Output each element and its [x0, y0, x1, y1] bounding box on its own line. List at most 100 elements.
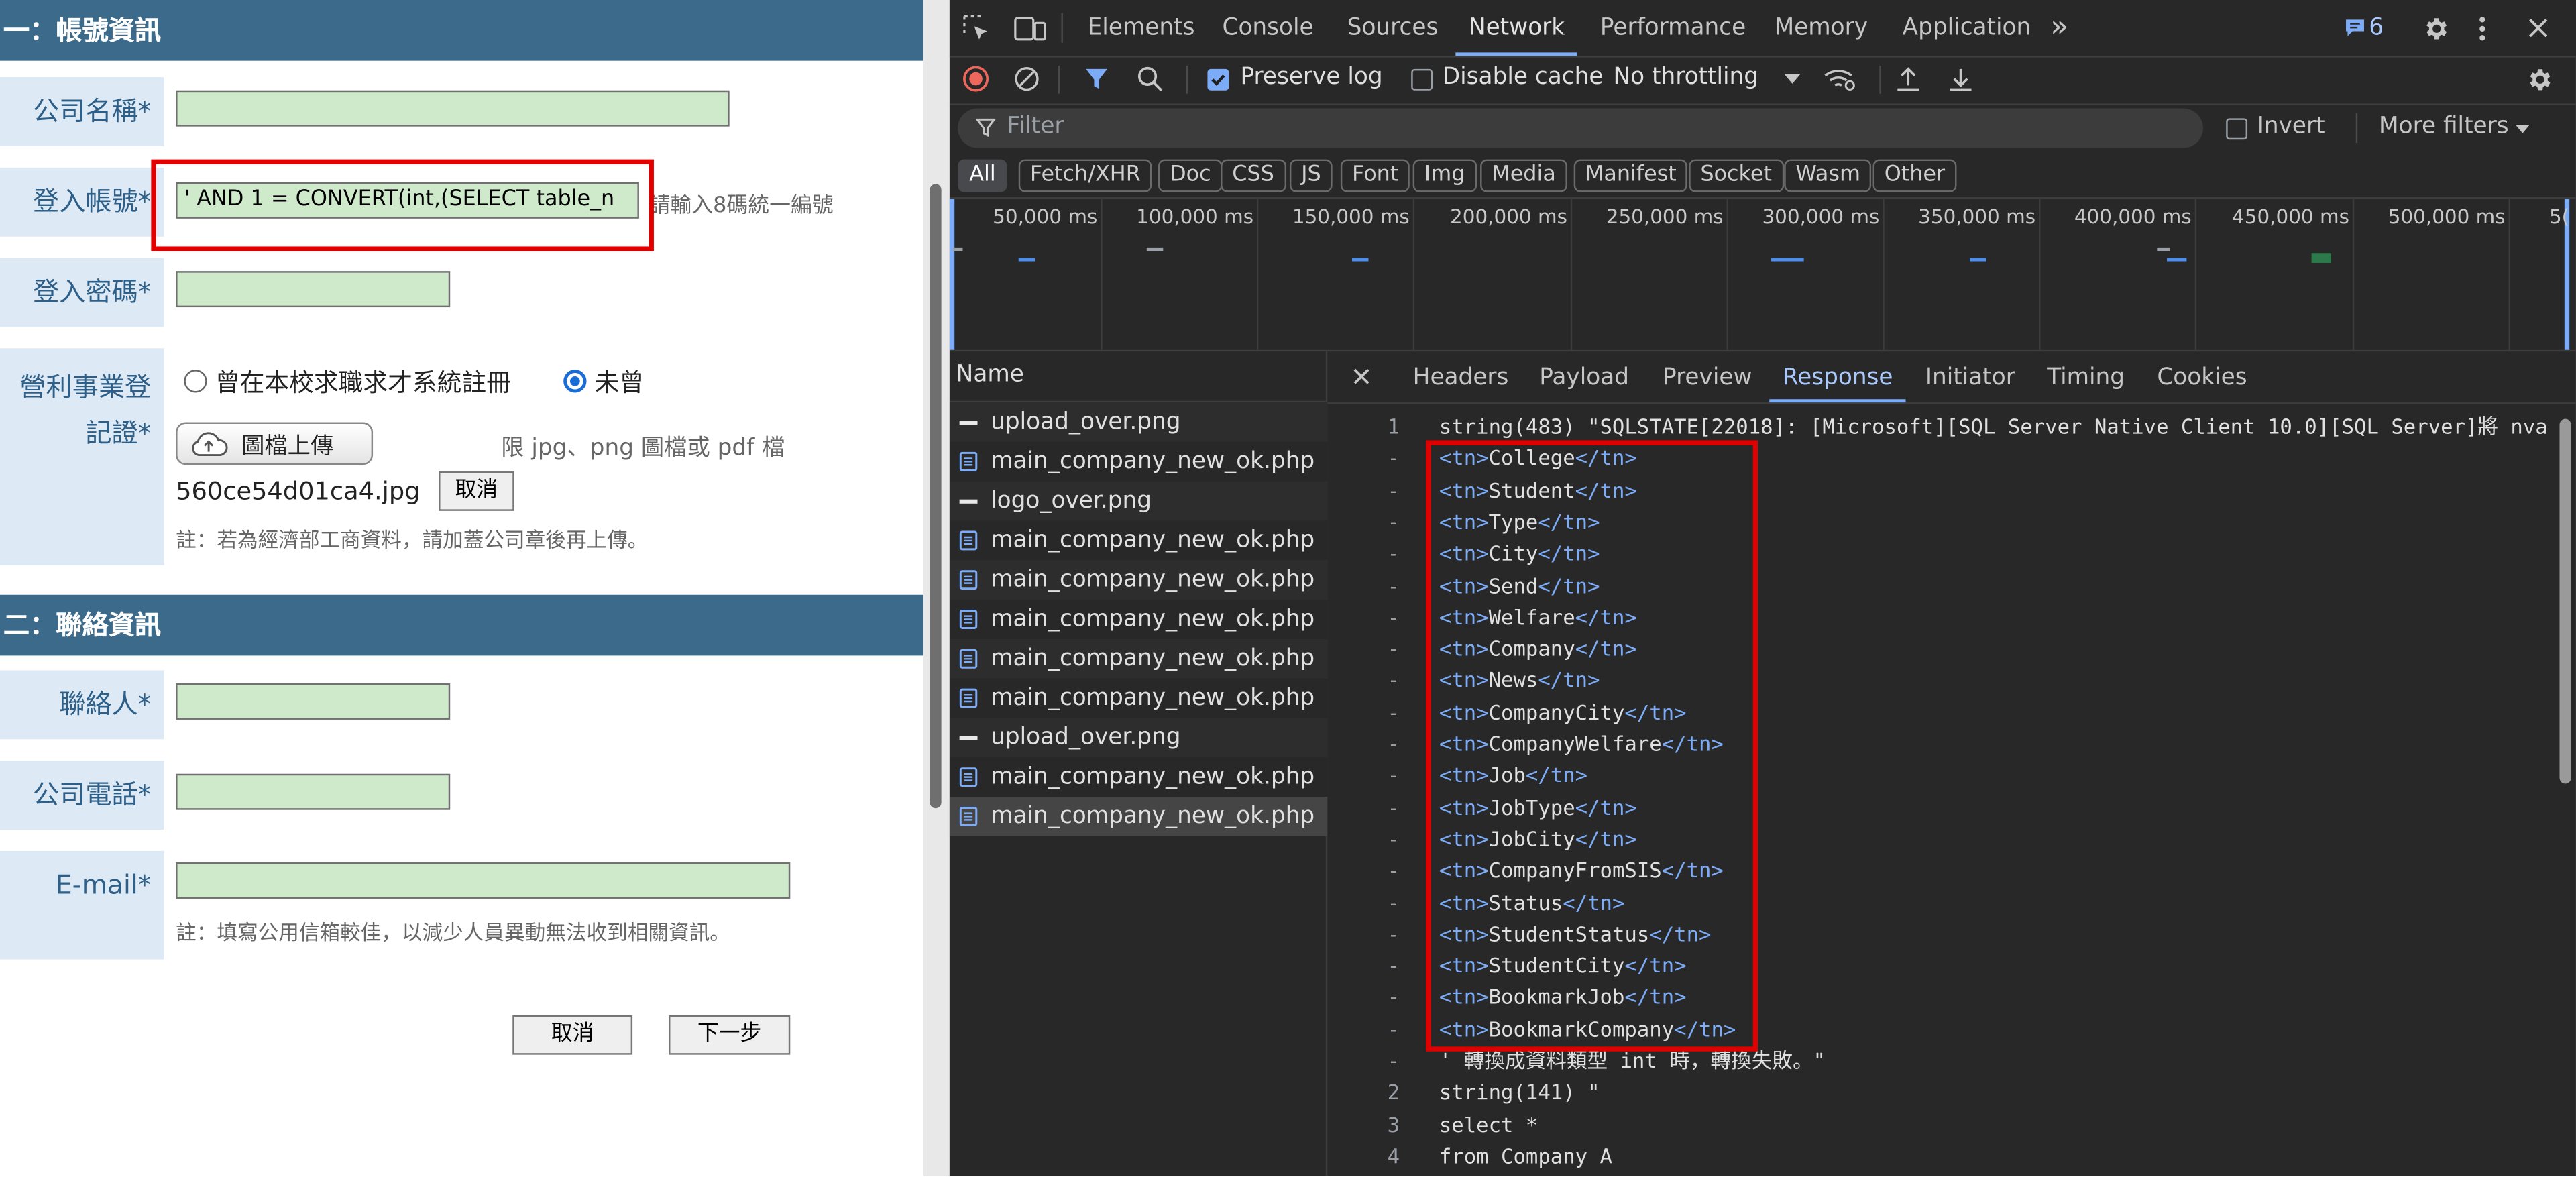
email-input[interactable]	[176, 862, 791, 899]
line-number: 3	[1387, 1111, 1400, 1137]
disable-cache-checkbox[interactable]	[1411, 68, 1433, 91]
table-name-entry: <tn>Status</tn>	[1439, 887, 1625, 918]
company-name-input[interactable]	[176, 90, 730, 127]
device-toolbar-icon[interactable]	[1013, 15, 1046, 43]
response-scrollbar-thumb[interactable]	[2559, 418, 2571, 784]
document-file-icon	[959, 530, 978, 551]
request-row[interactable]: logo_over.png	[949, 481, 1328, 521]
tab-performance[interactable]: Performance	[1600, 0, 1746, 56]
search-icon[interactable]	[1137, 66, 1163, 92]
preserve-log-checkbox[interactable]	[1207, 68, 1229, 91]
close-devtools-icon[interactable]	[2526, 16, 2549, 39]
request-row[interactable]: main_company_new_ok.php	[949, 520, 1328, 561]
export-har-icon[interactable]	[1948, 66, 1973, 92]
import-har-icon[interactable]	[1896, 66, 1921, 92]
company-phone-input[interactable]	[176, 773, 451, 810]
line-number: -	[1387, 794, 1400, 820]
tab-cookies[interactable]: Cookies	[2157, 353, 2247, 402]
request-row[interactable]: main_company_new_ok.php	[949, 638, 1328, 679]
throttling-select[interactable]: No throttling	[1614, 64, 1759, 91]
request-row[interactable]: main_company_new_ok.php	[949, 560, 1328, 600]
chip-img[interactable]: Img	[1412, 159, 1477, 192]
login-account-hint: 請輸入8碼統一編號	[649, 194, 834, 219]
tab-preview[interactable]: Preview	[1663, 353, 1752, 402]
tab-application[interactable]: Application	[1903, 0, 2031, 56]
tab-console[interactable]: Console	[1223, 0, 1314, 56]
table-name: StudentCity	[1488, 952, 1625, 978]
close-detail-icon[interactable]: ✕	[1351, 361, 1373, 393]
request-name: main_company_new_ok.php	[991, 527, 1315, 554]
record-stop-icon[interactable]	[962, 66, 989, 92]
response-scrollbar[interactable]	[2558, 410, 2573, 1176]
next-step-button[interactable]: 下一步	[668, 1015, 791, 1055]
invert-label: Invert	[2257, 113, 2325, 140]
login-account-input[interactable]: ' AND 1 = CONVERT(int,(SELECT table_n	[176, 182, 639, 219]
tn-open-tag: <tn>	[1439, 572, 1489, 598]
row-email: E-mail* 註：填寫公用信箱較佳，以減少人員異動無法收到相關資訊。	[0, 850, 923, 960]
upload-button[interactable]: 圖檔上傳	[176, 422, 374, 465]
tn-close-tag: </tn>	[1575, 604, 1637, 629]
tn-open-tag: <tn>	[1439, 985, 1489, 1010]
chip-css[interactable]: CSS	[1221, 159, 1286, 192]
tab-elements[interactable]: Elements	[1088, 0, 1195, 56]
request-row[interactable]: main_company_new_ok.php	[949, 678, 1328, 718]
tn-open-tag: <tn>	[1439, 826, 1489, 851]
radio-registered[interactable]	[184, 370, 207, 393]
file-cancel-button[interactable]: 取消	[439, 471, 514, 511]
request-row[interactable]: main_company_new_ok.php	[949, 600, 1328, 639]
chip-js[interactable]: JS	[1289, 159, 1333, 192]
chip-wasm[interactable]: Wasm	[1784, 159, 1872, 192]
name-column-header[interactable]: Name	[956, 361, 1024, 388]
chip-font[interactable]: Font	[1340, 159, 1410, 192]
filter-funnel-icon[interactable]	[1084, 67, 1109, 92]
certificate-label-line1: 營利事業登	[19, 371, 152, 403]
request-row[interactable]: main_company_new_ok.php	[949, 797, 1328, 836]
chip-socket[interactable]: Socket	[1689, 159, 1784, 192]
page-scrollbar[interactable]	[923, 0, 950, 1176]
clear-icon[interactable]	[1013, 66, 1040, 92]
table-name-entry: <tn>Type</tn>	[1439, 506, 1600, 537]
response-body[interactable]: 1 string(483) "SQLSTATE[22018]: [Microsof…	[1327, 410, 2553, 1176]
cancel-button[interactable]: 取消	[512, 1015, 633, 1055]
tab-sources[interactable]: Sources	[1347, 0, 1439, 56]
chip-doc[interactable]: Doc	[1158, 159, 1223, 192]
chip-other[interactable]: Other	[1872, 159, 1957, 192]
chip-fetch-xhr[interactable]: Fetch/XHR	[1018, 159, 1153, 192]
request-row[interactable]: upload_over.png	[949, 402, 1328, 442]
more-filters-dropdown[interactable]: More filters	[2379, 113, 2509, 139]
chip-manifest[interactable]: Manifest	[1573, 159, 1688, 192]
document-file-icon	[959, 570, 978, 590]
tab-timing[interactable]: Timing	[2047, 353, 2125, 402]
tab-network[interactable]: Network	[1455, 0, 1579, 56]
page-scrollbar-thumb[interactable]	[930, 184, 942, 809]
more-tabs-icon[interactable]: »	[2050, 0, 2068, 56]
chip-all[interactable]: All	[958, 159, 1007, 192]
tab-initiator[interactable]: Initiator	[1925, 353, 2015, 402]
kebab-menu-icon[interactable]	[2477, 15, 2487, 43]
request-row[interactable]: main_company_new_ok.php	[949, 441, 1328, 482]
tab-memory[interactable]: Memory	[1775, 0, 1868, 56]
timeline-tick-9: 450,000 ms	[2232, 205, 2349, 229]
filter-input[interactable]: Filter	[958, 108, 2203, 148]
chip-media[interactable]: Media	[1480, 159, 1568, 192]
table-name: Status	[1488, 889, 1563, 915]
network-conditions-icon[interactable]	[1824, 66, 1856, 92]
invert-checkbox[interactable]	[2226, 118, 2248, 140]
tab-response[interactable]: Response	[1769, 353, 1907, 403]
table-name-entry: <tn>JobCity</tn>	[1439, 823, 1637, 854]
settings-gear-icon[interactable]	[2422, 15, 2450, 43]
request-row[interactable]: main_company_new_ok.php	[949, 757, 1328, 797]
password-input[interactable]	[176, 271, 451, 308]
issues-icon[interactable]	[2345, 18, 2366, 38]
contact-person-input[interactable]	[176, 683, 451, 720]
network-toolbar: Preserve log Disable cache No throttling	[949, 56, 2576, 105]
timeline-handle-left[interactable]	[949, 199, 955, 350]
tab-headers[interactable]: Headers	[1413, 353, 1509, 402]
radio-never[interactable]	[563, 370, 587, 393]
request-row[interactable]: upload_over.png	[949, 718, 1328, 758]
tab-payload[interactable]: Payload	[1539, 353, 1629, 402]
inspect-element-icon[interactable]	[962, 15, 991, 43]
network-settings-gear-icon[interactable]	[2525, 66, 2553, 94]
request-list: Name upload_over.png main_company_new_ok.…	[949, 351, 1328, 1176]
issues-count[interactable]: 6	[2369, 0, 2384, 56]
